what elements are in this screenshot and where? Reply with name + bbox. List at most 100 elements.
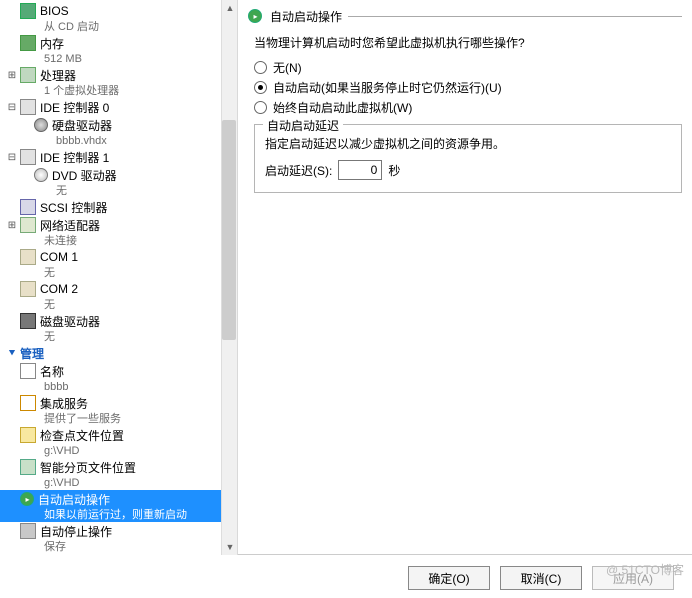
radio-icon[interactable]	[254, 101, 267, 114]
bios-icon	[20, 3, 36, 19]
sidebar-item-bios[interactable]: BIOS	[0, 2, 237, 20]
delay-input[interactable]	[338, 160, 382, 180]
sub: g:\VHD	[0, 476, 237, 490]
sidebar-item-dvd[interactable]: DVD 驱动器	[0, 166, 237, 184]
label: COM 1	[40, 250, 78, 264]
label: 智能分页文件位置	[40, 459, 136, 476]
apply-button: 应用(A)	[592, 566, 674, 590]
sidebar-item-scsi[interactable]: SCSI 控制器	[0, 198, 237, 216]
checkpoint-icon	[20, 427, 36, 443]
sub: 如果以前运行过，则重新启动	[0, 508, 237, 522]
label: 自动停止操作	[40, 523, 112, 540]
sidebar-scrollbar[interactable]: ▲ ▼	[221, 0, 237, 555]
sidebar-item-hdd[interactable]: 硬盘驱动器	[0, 116, 237, 134]
label: 硬盘驱动器	[52, 117, 112, 134]
delay-label: 启动延迟(S):	[265, 162, 332, 179]
sidebar-item-diskette[interactable]: 磁盘驱动器	[0, 312, 237, 330]
radio-icon[interactable]	[254, 61, 267, 74]
delay-unit: 秒	[388, 162, 400, 179]
scroll-thumb[interactable]	[222, 120, 236, 340]
com-icon	[20, 249, 36, 265]
label: 检查点文件位置	[40, 427, 124, 444]
label: DVD 驱动器	[52, 167, 117, 184]
name-icon	[20, 363, 36, 379]
delay-row: 启动延迟(S): 秒	[265, 160, 671, 180]
label: 磁盘驱动器	[40, 313, 100, 330]
section-toggle-icon[interactable]: ⯆	[6, 347, 18, 359]
autostart-icon	[248, 9, 262, 23]
settings-window: BIOS 从 CD 启动 内存 512 MB ⊞ 处理器 1 个虚拟处理器 ⊟	[0, 0, 692, 598]
label: 处理器	[40, 67, 76, 84]
delay-groupbox: 自动启动延迟 指定启动延迟以减少虚拟机之间的资源争用。 启动延迟(S): 秒	[254, 124, 682, 193]
sidebar-item-autostop[interactable]: 自动停止操作	[0, 522, 237, 540]
dialog-footer: 确定(O) 取消(C) 应用(A)	[408, 566, 674, 590]
divider	[348, 16, 682, 17]
sidebar-item-smartpaging[interactable]: 智能分页文件位置	[0, 458, 237, 476]
groupbox-title: 自动启动延迟	[263, 117, 343, 134]
sidebar-item-com1[interactable]: COM 1	[0, 248, 237, 266]
radio-always[interactable]: 始终自动启动此虚拟机(W)	[254, 99, 682, 116]
autostart-icon	[20, 492, 34, 506]
sidebar-item-com2[interactable]: COM 2	[0, 280, 237, 298]
integration-icon	[20, 395, 36, 411]
dvd-icon	[34, 168, 48, 182]
sub: 提供了一些服务	[0, 412, 237, 426]
radio-label: 无(N)	[273, 59, 302, 76]
label: COM 2	[40, 282, 78, 296]
ok-button[interactable]: 确定(O)	[408, 566, 490, 590]
sub: 从 CD 启动	[0, 20, 237, 34]
panel-subtitle: 当物理计算机启动时您希望此虚拟机执行哪些操作?	[254, 34, 682, 51]
cancel-button[interactable]: 取消(C)	[500, 566, 582, 590]
sub: 无	[0, 298, 237, 312]
ide-icon	[20, 149, 36, 165]
ide-icon	[20, 99, 36, 115]
radio-label: 自动启动(如果当服务停止时它仍然运行)(U)	[273, 79, 502, 96]
sidebar-item-ide1[interactable]: ⊟ IDE 控制器 1	[0, 148, 237, 166]
sidebar-item-name[interactable]: 名称	[0, 362, 237, 380]
panel-title-row: 自动启动操作	[248, 6, 682, 26]
scroll-down-icon[interactable]: ▼	[222, 539, 238, 555]
radio-none[interactable]: 无(N)	[254, 59, 682, 76]
content-panel: 自动启动操作 当物理计算机启动时您希望此虚拟机执行哪些操作? 无(N) 自动启动…	[238, 0, 692, 554]
sub: 无	[0, 184, 237, 198]
label: 名称	[40, 363, 64, 380]
com-icon	[20, 281, 36, 297]
scroll-up-icon[interactable]: ▲	[222, 0, 238, 16]
columns: BIOS 从 CD 启动 内存 512 MB ⊞ 处理器 1 个虚拟处理器 ⊟	[0, 0, 692, 555]
label: 自动启动操作	[38, 491, 110, 508]
sub: 无	[0, 330, 237, 344]
panel-title: 自动启动操作	[270, 8, 342, 25]
cpu-icon	[20, 67, 36, 83]
hdd-icon	[34, 118, 48, 132]
sub: 保存	[0, 540, 237, 554]
label: 管理	[20, 345, 44, 362]
sub: bbbb	[0, 380, 237, 394]
settings-sidebar: BIOS 从 CD 启动 内存 512 MB ⊞ 处理器 1 个虚拟处理器 ⊟	[0, 0, 238, 555]
expand-icon[interactable]: ⊞	[6, 219, 18, 231]
tree: BIOS 从 CD 启动 内存 512 MB ⊞ 处理器 1 个虚拟处理器 ⊟	[0, 0, 237, 554]
network-icon	[20, 217, 36, 233]
radio-label: 始终自动启动此虚拟机(W)	[273, 99, 412, 116]
label: 集成服务	[40, 395, 88, 412]
label: IDE 控制器 1	[40, 149, 109, 166]
sidebar-item-memory[interactable]: 内存	[0, 34, 237, 52]
sidebar-item-checkpoint[interactable]: 检查点文件位置	[0, 426, 237, 444]
sidebar-item-cpu[interactable]: ⊞ 处理器	[0, 66, 237, 84]
sub: 512 MB	[0, 52, 237, 66]
expand-icon[interactable]: ⊞	[6, 69, 18, 81]
sidebar-item-network[interactable]: ⊞ 网络适配器	[0, 216, 237, 234]
sidebar-item-autostart[interactable]: 自动启动操作 如果以前运行过，则重新启动	[0, 490, 237, 522]
delay-hint: 指定启动延迟以减少虚拟机之间的资源争用。	[265, 135, 671, 152]
sub: 无	[0, 266, 237, 280]
radio-icon[interactable]	[254, 81, 267, 94]
label: IDE 控制器 0	[40, 99, 109, 116]
sub: bbbb.vhdx	[0, 134, 237, 148]
collapse-icon[interactable]: ⊟	[6, 101, 18, 113]
management-header[interactable]: ⯆ 管理	[0, 344, 237, 362]
sidebar-item-integration[interactable]: 集成服务	[0, 394, 237, 412]
radio-auto[interactable]: 自动启动(如果当服务停止时它仍然运行)(U)	[254, 79, 682, 96]
label: SCSI 控制器	[40, 199, 107, 216]
sidebar-item-ide0[interactable]: ⊟ IDE 控制器 0	[0, 98, 237, 116]
collapse-icon[interactable]: ⊟	[6, 151, 18, 163]
sub: g:\VHD	[0, 444, 237, 458]
